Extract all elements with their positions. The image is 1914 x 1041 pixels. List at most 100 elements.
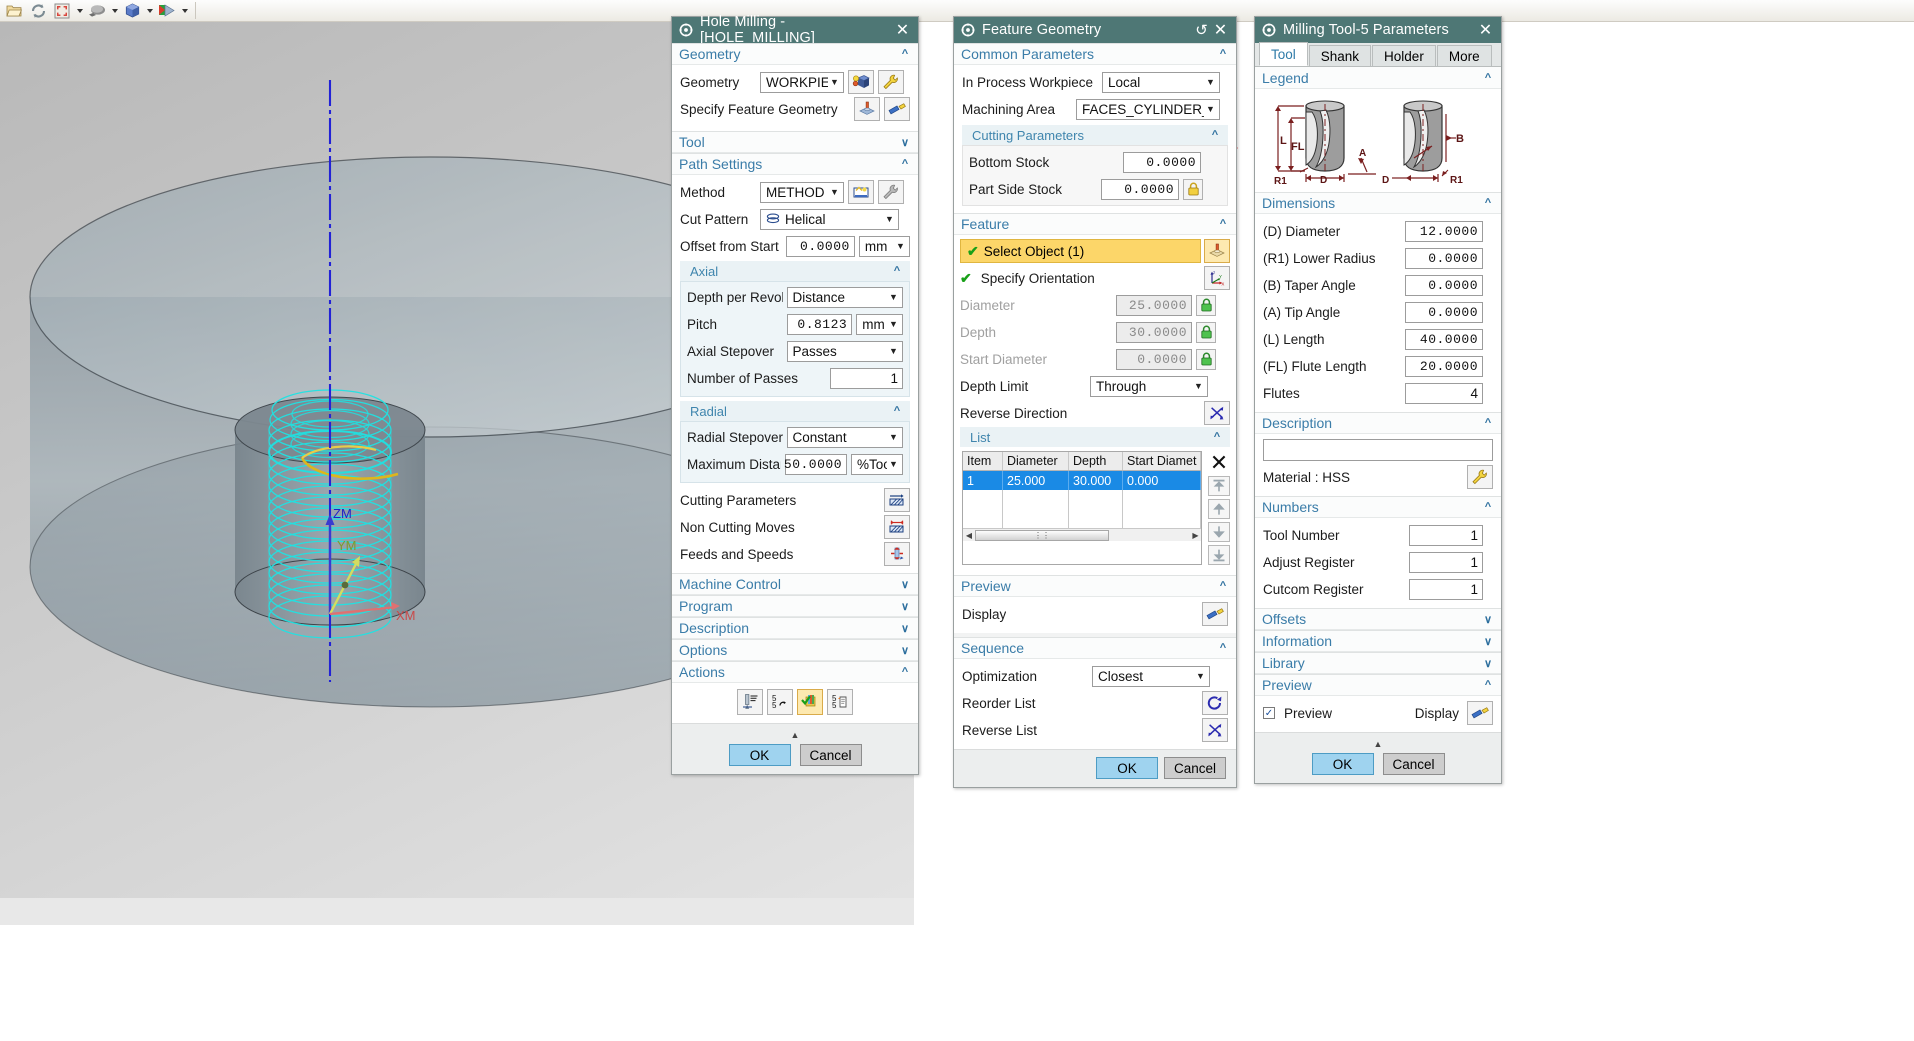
cancel-button[interactable]: Cancel [799,744,862,766]
orient-view-icon[interactable] [120,1,144,21]
group-library[interactable]: Library ∨ [1255,652,1501,674]
replay-toolpath-icon[interactable]: 55 [767,689,793,715]
cancel-button[interactable]: Cancel [1164,757,1226,779]
move-up-button[interactable] [1208,499,1231,519]
preview-display-button[interactable] [1202,602,1228,626]
non-cutting-moves-button[interactable] [884,515,910,539]
group-radial[interactable]: Radial ^ [680,401,910,421]
lock-green-icon[interactable] [1196,348,1216,370]
flutes-input[interactable]: 4 [1405,382,1483,404]
tip-angle-input[interactable]: 0.0000 [1405,301,1483,323]
render-style-dropdown[interactable] [109,1,120,21]
material-wrench-button[interactable] [1467,465,1493,489]
offset-input[interactable]: 0.0000 [785,235,855,257]
group-numbers[interactable]: Numbers ^ [1255,496,1501,518]
table-row-empty[interactable] [963,509,1202,528]
tab-tool[interactable]: Tool [1259,42,1308,66]
method-wrench-button[interactable] [878,180,904,204]
fit-view-icon[interactable] [50,1,74,21]
lock-green-icon[interactable] [1196,321,1216,343]
display-feature-geometry-button[interactable] [884,97,910,121]
collapse-grip-icon[interactable]: ▲ [1265,738,1491,753]
cancel-button[interactable]: Cancel [1382,753,1445,775]
cutting-parameters-button[interactable] [884,488,910,512]
lock-icon[interactable] [1183,178,1203,200]
group-tool[interactable]: Tool ∨ [672,131,918,153]
reorder-list-button[interactable] [1202,691,1228,715]
machining-area-select[interactable]: FACES_CYLINDER_1 ▼ [1076,98,1220,120]
edit-geometry-button[interactable] [848,70,874,94]
move-to-top-button[interactable] [1208,476,1231,496]
pitch-input[interactable]: 0.8123 [786,313,853,335]
method-select[interactable]: METHOD ▼ [760,181,844,203]
tab-shank[interactable]: Shank [1308,45,1372,66]
close-icon[interactable]: ✕ [893,20,912,40]
tool-number-input[interactable]: 1 [1409,524,1483,546]
scroll-left-icon[interactable]: ◀ [963,531,975,540]
maximum-distance-unit-select[interactable]: %Tool ▼ [851,453,903,475]
open-file-icon[interactable] [2,1,26,21]
group-offsets[interactable]: Offsets ∨ [1255,608,1501,630]
cut-pattern-select[interactable]: Helical ▼ [760,208,899,230]
part-side-stock-input[interactable]: 0.0000 [1101,178,1179,200]
feature-geometry-titlebar[interactable]: Feature Geometry ↺ ✕ [954,17,1236,43]
in-process-workpiece-select[interactable]: Local ▼ [1102,71,1220,93]
pitch-unit-select[interactable]: mm ▼ [856,313,903,335]
ok-button[interactable]: OK [1096,757,1158,779]
reset-icon[interactable]: ↺ [1192,20,1211,40]
select-object-button[interactable] [1204,239,1230,263]
flute-length-input[interactable]: 20.0000 [1405,355,1483,377]
scrollbar-thumb[interactable]: ⋮⋮ [975,529,1109,541]
list-toolpath-icon[interactable]: 55 [827,689,853,715]
select-object-bar[interactable]: ✔ Select Object (1) [960,239,1201,263]
fit-view-dropdown[interactable] [74,1,85,21]
table-row-empty[interactable] [963,490,1202,509]
preview-display-button[interactable] [1467,701,1493,725]
radial-stepover-select[interactable]: Constant ▼ [786,426,903,448]
verify-toolpath-icon[interactable] [797,689,823,715]
collapse-grip-icon[interactable]: ▲ [682,729,908,744]
move-down-button[interactable] [1208,522,1231,542]
ok-button[interactable]: OK [1311,753,1374,775]
diameter-input[interactable]: 12.0000 [1405,220,1483,242]
taper-angle-input[interactable]: 0.0000 [1405,274,1483,296]
adjust-register-input[interactable]: 1 [1409,551,1483,573]
optimization-select[interactable]: Closest ▼ [1092,665,1210,687]
reverse-list-button[interactable] [1202,718,1228,742]
remove-item-button[interactable] [1208,451,1230,473]
depth-limit-select[interactable]: Through ▼ [1090,375,1208,397]
orient-view-dropdown[interactable] [144,1,155,21]
group-common-parameters[interactable]: Common Parameters ^ [954,43,1236,65]
group-cutting-parameters[interactable]: Cutting Parameters ^ [962,125,1228,145]
group-tool-preview[interactable]: Preview ^ [1255,674,1501,696]
description-input[interactable] [1263,439,1493,461]
cutcom-register-input[interactable]: 1 [1409,578,1483,600]
refresh-icon[interactable] [26,1,50,21]
length-input[interactable]: 40.0000 [1405,328,1483,350]
depth-per-revolution-select[interactable]: Distance ▼ [786,286,903,308]
geometry-wrench-button[interactable] [878,70,904,94]
offset-unit-select[interactable]: mm ▼ [858,235,910,257]
tab-more[interactable]: More [1436,45,1492,66]
lock-green-icon[interactable] [1196,294,1216,316]
lower-radius-input[interactable]: 0.0000 [1405,247,1483,269]
group-dimensions[interactable]: Dimensions ^ [1255,192,1501,214]
group-list[interactable]: List ^ [960,427,1230,447]
geometry-select[interactable]: WORKPIECE ▼ [760,71,844,93]
csys-orientation-button[interactable]: zYX [1204,266,1230,290]
preview-checkbox[interactable]: ✓ [1263,707,1275,719]
reverse-direction-button[interactable] [1204,401,1230,425]
bottom-stock-input[interactable]: 0.0000 [1123,151,1201,173]
render-style-icon[interactable] [85,1,109,21]
group-geometry[interactable]: Geometry ^ [672,43,918,65]
group-sequence[interactable]: Sequence ^ [954,637,1236,659]
scroll-right-icon[interactable]: ▶ [1189,531,1201,540]
close-icon[interactable]: ✕ [1211,20,1230,40]
group-preview[interactable]: Preview ^ [954,575,1236,597]
ok-button[interactable]: OK [728,744,791,766]
group-description[interactable]: Description ∨ [672,617,918,639]
group-information[interactable]: Information ∨ [1255,630,1501,652]
feature-list-table[interactable]: Item Diameter Depth Start Diamet 1 25.00… [962,451,1203,565]
edit-method-button[interactable] [848,180,874,204]
group-path-settings[interactable]: Path Settings ^ [672,153,918,175]
